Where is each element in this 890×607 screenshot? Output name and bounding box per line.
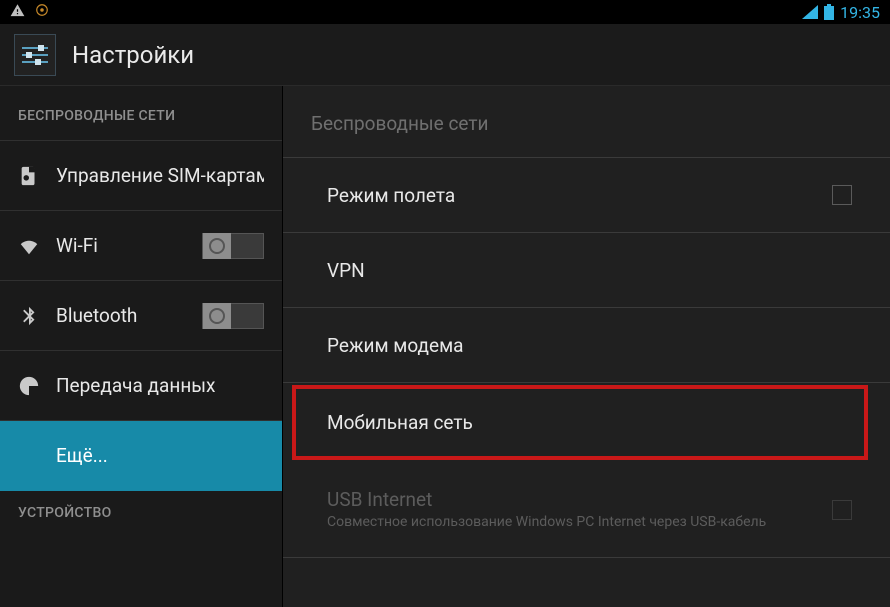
android-settings-screen: 19:35 Настройки БЕСПРОВОДНЫЕ СЕТИ xyxy=(0,0,890,607)
detail-item-subtitle: Совместное использование Windows PC Inte… xyxy=(327,514,766,531)
action-bar: Настройки xyxy=(0,24,890,86)
sidebar-item-sim[interactable]: Управление SIM-картам xyxy=(0,141,282,211)
detail-item-vpn[interactable]: VPN xyxy=(283,233,890,308)
detail-item-label: VPN xyxy=(327,259,365,282)
sidebar: БЕСПРОВОДНЫЕ СЕТИ Управление SIM-картам … xyxy=(0,86,283,607)
sidebar-item-label: Ещё... xyxy=(56,444,108,467)
sim-icon xyxy=(18,165,40,187)
status-left xyxy=(10,3,49,22)
sidebar-item-label: Управление SIM-картам xyxy=(56,164,264,187)
data-usage-icon xyxy=(18,375,40,397)
battery-icon xyxy=(824,4,834,20)
sidebar-item-bluetooth[interactable]: Bluetooth xyxy=(0,281,282,351)
sidebar-item-wifi[interactable]: Wi-Fi xyxy=(0,211,282,281)
usb-checkbox xyxy=(832,500,852,520)
detail-item-label: Мобильная сеть xyxy=(327,411,473,434)
detail-header: Беспроводные сети xyxy=(283,86,890,158)
bluetooth-icon xyxy=(18,305,40,327)
section-header-device: УСТРОЙСТВО xyxy=(0,491,282,527)
sidebar-item-more[interactable]: Ещё... xyxy=(0,421,282,491)
sidebar-item-label: Bluetooth xyxy=(56,304,137,327)
bluetooth-toggle[interactable] xyxy=(202,303,264,329)
signal-icon xyxy=(802,5,818,19)
settings-icon xyxy=(14,34,56,76)
warning-icon xyxy=(10,3,25,22)
detail-item-usb-internet: USB Internet Совместное использование Wi… xyxy=(283,462,890,558)
wifi-toggle[interactable] xyxy=(202,233,264,259)
blank-icon xyxy=(18,445,40,467)
detail-item-label: Режим полета xyxy=(327,184,455,207)
detail-item-airplane[interactable]: Режим полета xyxy=(283,158,890,233)
airplane-checkbox[interactable] xyxy=(832,185,852,205)
sidebar-item-data-usage[interactable]: Передача данных xyxy=(0,351,282,421)
wifi-icon xyxy=(18,235,40,257)
status-bar: 19:35 xyxy=(0,0,890,24)
sidebar-item-label: Передача данных xyxy=(56,374,215,397)
detail-item-label: Режим модема xyxy=(327,334,464,357)
detail-item-tethering[interactable]: Режим модема xyxy=(283,308,890,383)
detail-item-mobile-network[interactable]: Мобильная сеть xyxy=(283,383,890,462)
content-panes: БЕСПРОВОДНЫЕ СЕТИ Управление SIM-картам … xyxy=(0,86,890,607)
status-right: 19:35 xyxy=(802,3,880,22)
section-header-wireless: БЕСПРОВОДНЫЕ СЕТИ xyxy=(0,86,282,141)
page-title: Настройки xyxy=(72,41,194,69)
clock: 19:35 xyxy=(840,3,880,22)
sidebar-item-label: Wi-Fi xyxy=(56,234,98,257)
detail-pane: Беспроводные сети Режим полета VPN Режим… xyxy=(283,86,890,607)
detail-item-label: USB Internet xyxy=(327,488,432,511)
settings-status-icon xyxy=(35,3,49,22)
